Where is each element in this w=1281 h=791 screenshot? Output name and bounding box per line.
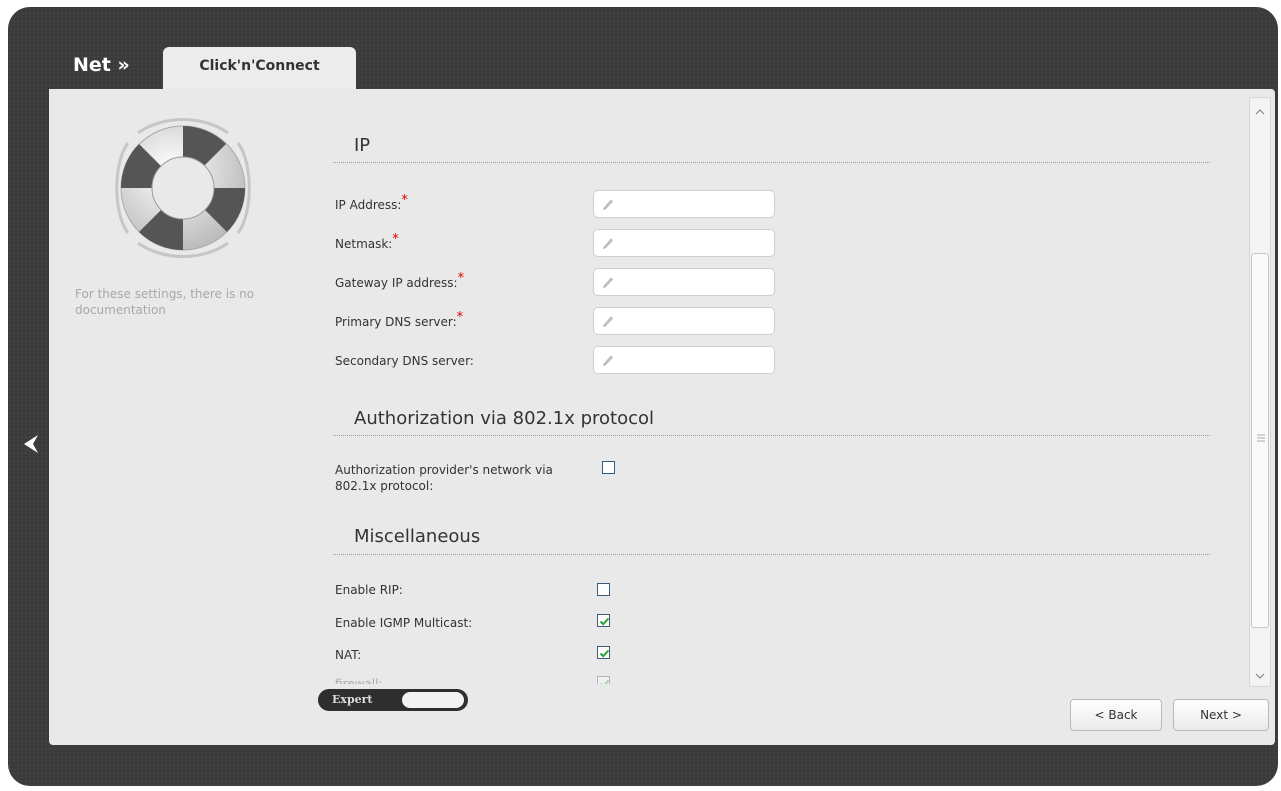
scroll-up-icon[interactable] <box>1251 104 1269 120</box>
back-button[interactable]: < Back <box>1070 699 1162 731</box>
documentation-note: For these settings, there is no document… <box>75 287 255 317</box>
auth-802-1x-checkbox[interactable] <box>602 461 615 474</box>
nat-checkbox[interactable] <box>597 646 610 659</box>
field-label-netmask: Netmask:* <box>335 232 399 251</box>
next-button[interactable]: Next > <box>1173 699 1269 731</box>
clipped-row: firewall: <box>330 674 630 684</box>
section-title-ip: IP <box>354 135 371 156</box>
pencil-icon <box>603 199 613 210</box>
primary-dns-input[interactable] <box>593 307 775 335</box>
field-label-primary-dns: Primary DNS server:* <box>335 310 464 329</box>
tab-click-n-connect[interactable]: Click'n'Connect <box>163 47 356 89</box>
ip-address-input[interactable] <box>593 190 775 218</box>
checkmark-icon <box>599 649 610 658</box>
section-divider <box>333 554 1210 555</box>
back-arrow-icon[interactable] <box>22 433 40 455</box>
field-label-enable-rip: Enable RIP: <box>335 583 403 597</box>
field-label-auth-802-1x: Authorization provider's network via 802… <box>335 463 553 493</box>
field-label-nat: NAT: <box>335 648 362 662</box>
grip-icon <box>1257 434 1265 442</box>
pencil-icon <box>603 277 613 288</box>
firewall-checkbox[interactable] <box>597 676 610 684</box>
section-title-miscellaneous: Miscellaneous <box>354 526 481 547</box>
field-label-firewall: firewall: <box>335 677 383 684</box>
enable-igmp-checkbox[interactable] <box>597 614 610 627</box>
field-label-ip-address: IP Address:* <box>335 193 408 212</box>
gateway-ip-input[interactable] <box>593 268 775 296</box>
field-label-secondary-dns: Secondary DNS server: <box>335 354 474 368</box>
field-label-gateway: Gateway IP address:* <box>335 271 465 290</box>
vertical-scrollbar[interactable] <box>1249 97 1271 687</box>
section-title-authorization: Authorization via 802.1x protocol <box>354 408 655 429</box>
scroll-down-icon[interactable] <box>1251 668 1269 684</box>
pencil-icon <box>603 316 613 327</box>
pencil-icon <box>603 238 613 249</box>
enable-rip-checkbox[interactable] <box>597 583 610 596</box>
field-label-enable-igmp: Enable IGMP Multicast: <box>335 616 473 630</box>
toggle-knob <box>402 692 464 708</box>
pencil-icon <box>603 355 613 366</box>
section-divider <box>333 435 1210 436</box>
checkmark-icon <box>600 679 610 684</box>
secondary-dns-input[interactable] <box>593 346 775 374</box>
section-divider <box>333 162 1210 163</box>
breadcrumb-net[interactable]: Net » <box>73 54 130 76</box>
expert-label: Expert <box>332 693 373 706</box>
expert-mode-toggle[interactable]: Expert <box>318 689 468 711</box>
scrollbar-thumb[interactable] <box>1251 253 1269 628</box>
netmask-input[interactable] <box>593 229 775 257</box>
checkmark-icon <box>599 617 610 626</box>
lifebuoy-icon <box>115 118 251 258</box>
